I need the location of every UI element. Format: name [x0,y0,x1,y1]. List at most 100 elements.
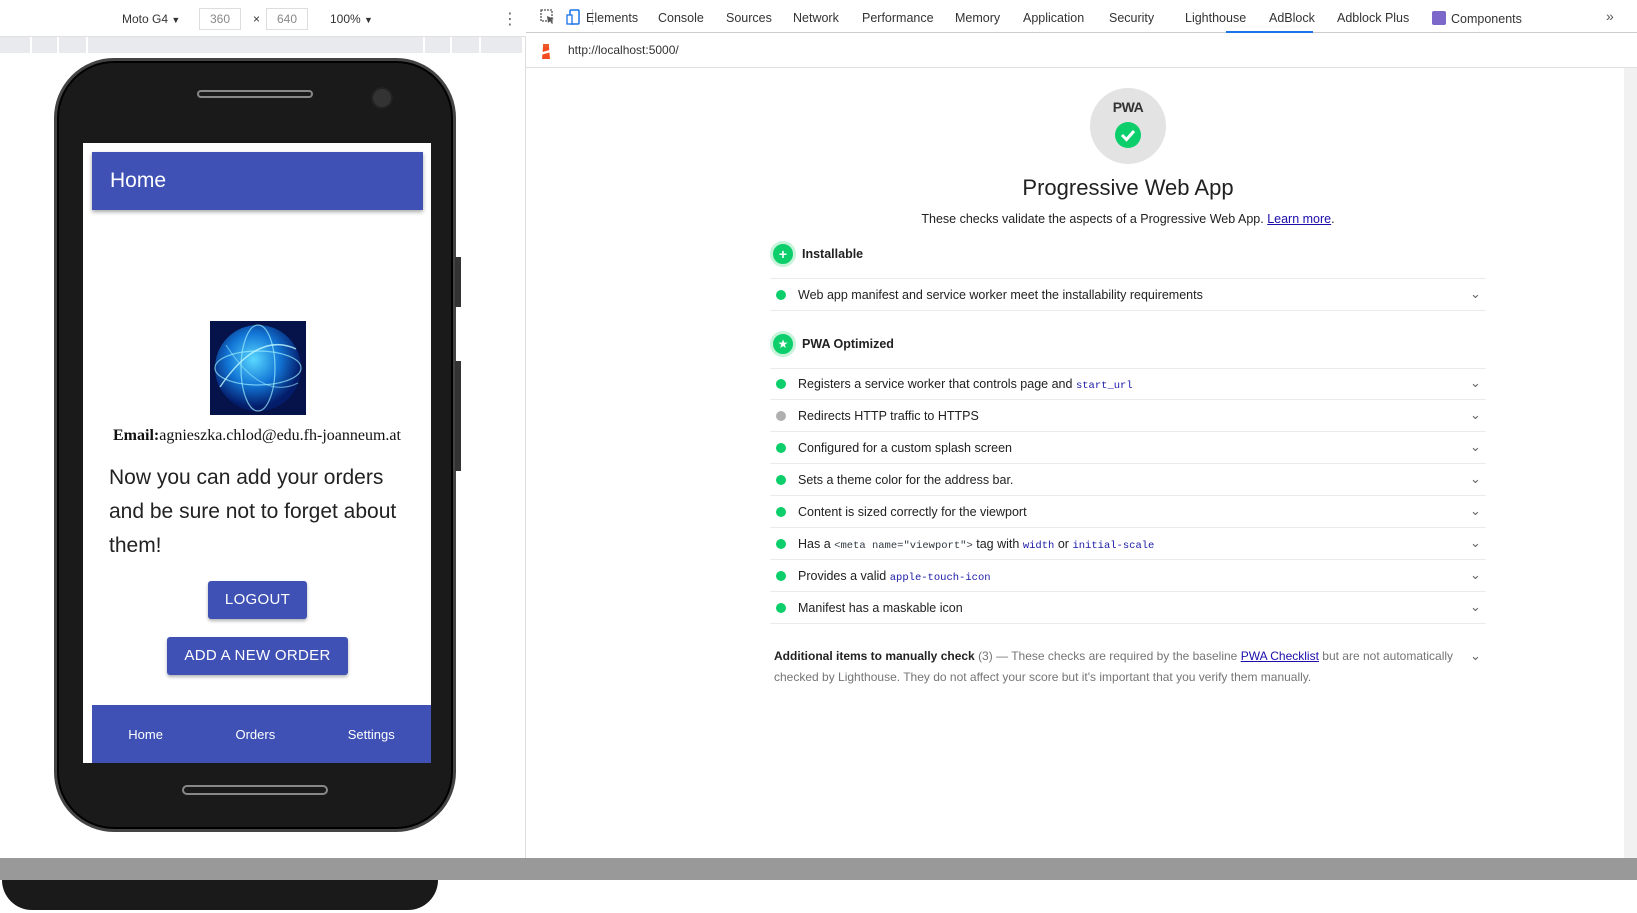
phone-home-bar [182,785,328,795]
tab-network[interactable]: Network [793,11,839,25]
group-optimized-title: PWA Optimized [802,337,894,351]
welcome-text: Now you can add your orders and be sure … [109,466,397,557]
panel-divider[interactable] [0,858,1637,880]
zoom-select-label: 100% [330,12,361,26]
pwa-badge-gauge: PWA [1090,88,1166,164]
pass-indicator [776,290,786,300]
audit-service-worker[interactable]: Registers a service worker that controls… [770,368,1486,400]
device-select[interactable]: Moto G4 ▼ [122,12,180,26]
email-line: Email:agnieszka.chlod@edu.fh-joanneum.at [83,427,431,445]
audit-title: Content is sized correctly for the viewp… [798,505,1027,519]
device-select-label: Moto G4 [122,12,169,26]
nav-item-orders[interactable]: Orders [235,727,275,742]
more-tabs-icon[interactable]: » [1606,8,1614,24]
audit-content-width[interactable]: Content is sized correctly for the viewp… [770,496,1486,528]
audit-title: Configured for a custom splash screen [798,441,1012,455]
pass-indicator [776,507,786,517]
audit-title: Web app manifest and service worker meet… [798,288,1203,302]
learn-more-link[interactable]: Learn more [1267,212,1331,226]
audit-title: Manifest has a maskable icon [798,601,963,615]
tab-elements[interactable]: Elements [586,11,638,25]
manual-checks-section[interactable]: Additional items to manually check (3) —… [774,646,1474,688]
group-installable-title: Installable [802,247,864,261]
audit-title: Sets a theme color for the address bar. [798,473,1014,487]
media-query-ruler[interactable] [0,37,524,53]
logout-button[interactable]: LOGOUT [208,581,307,619]
zoom-select[interactable]: 100% ▼ [330,12,373,26]
pass-indicator [776,539,786,549]
device-toolbar-icon[interactable] [566,9,582,25]
chevron-down-icon[interactable]: ⌄ [1470,535,1481,551]
chevron-down-icon[interactable]: ⌄ [1470,599,1481,615]
tab-performance[interactable]: Performance [862,11,934,25]
times-sign: × [253,12,261,26]
tab-adblock[interactable]: AdBlock [1269,11,1315,25]
tab-sources[interactable]: Sources [726,11,772,25]
phone-side-button [455,257,461,307]
audit-theme-color[interactable]: Sets a theme color for the address bar. … [770,464,1486,496]
chevron-down-icon[interactable]: ⌄ [1470,375,1481,391]
tab-application[interactable]: Application [1023,11,1084,25]
pwa-checklist-link[interactable]: PWA Checklist [1241,649,1319,663]
audit-redirects-https[interactable]: Redirects HTTP traffic to HTTPS ⌄ [770,400,1486,432]
category-description: These checks validate the aspects of a P… [921,212,1335,226]
phone-frame-bottom [2,880,438,910]
audit-maskable-icon[interactable]: Manifest has a maskable icon ⌄ [770,592,1486,624]
not-applicable-indicator [776,411,786,421]
audit-splash-screen[interactable]: Configured for a custom splash screen ⌄ [770,432,1486,464]
chevron-down-icon[interactable]: ⌄ [1470,648,1481,664]
tab-security[interactable]: Security [1109,11,1154,25]
manual-checks-count: (3) [978,649,993,663]
lighthouse-url-bar: http://localhost:5000/ [526,34,1637,68]
audit-title: Redirects HTTP traffic to HTTPS [798,409,979,423]
star-icon: ★ [770,331,796,357]
pass-indicator [776,379,786,389]
category-title: Progressive Web App [1022,175,1234,200]
audit-title: Registers a service worker that controls… [798,377,1133,392]
description-text: These checks validate the aspects of a P… [921,212,1264,226]
pass-indicator [776,571,786,581]
scrollbar[interactable] [1624,68,1637,858]
add-order-button[interactable]: ADD A NEW ORDER [167,637,348,675]
phone-camera [371,87,393,109]
nav-item-settings[interactable]: Settings [348,727,395,742]
chevron-down-icon[interactable]: ⌄ [1470,407,1481,423]
check-icon [1115,122,1141,148]
chevron-down-icon[interactable]: ⌄ [1470,471,1481,487]
plus-icon: + [770,241,796,267]
tab-memory[interactable]: Memory [955,11,1000,25]
audit-apple-touch-icon[interactable]: Provides a valid apple-touch-icon ⌄ [770,560,1486,592]
chevron-down-icon: ▼ [171,15,181,25]
manual-checks-title: Additional items to manually check [774,649,975,663]
phone-screen: Home Email:agnieszka.chlod@edu.fh-joanne… [83,143,431,763]
more-options-icon[interactable]: ⋮ [502,9,518,29]
profile-image [210,321,306,415]
chevron-down-icon[interactable]: ⌄ [1470,286,1481,302]
width-input[interactable]: 360 [199,8,241,30]
pass-indicator [776,443,786,453]
inspect-element-icon[interactable] [540,9,556,25]
tab-components-label: Components [1451,12,1522,26]
react-components-icon [1432,11,1446,25]
device-toolbar: Moto G4 ▼ 360 × 640 100% ▼ ⋮ [0,0,526,37]
tab-console[interactable]: Console [658,11,704,25]
audit-installable-requirements[interactable]: Web app manifest and service worker meet… [770,279,1486,311]
tab-components[interactable]: Components [1432,11,1522,26]
tab-adblock-plus[interactable]: Adblock Plus [1337,11,1409,25]
devtools-panel: Elements Console Sources Network Perform… [526,0,1637,858]
nav-item-home[interactable]: Home [128,727,163,742]
tab-lighthouse[interactable]: Lighthouse [1185,11,1246,25]
audit-viewport-meta[interactable]: Has a <meta name="viewport"> tag with wi… [770,528,1486,560]
chevron-down-icon: ▼ [364,15,373,25]
phone-side-button [455,361,461,471]
active-tab-indicator [1226,31,1313,33]
chevron-down-icon[interactable]: ⌄ [1470,567,1481,583]
em-dash: — [996,649,1009,663]
chevron-down-icon[interactable]: ⌄ [1470,503,1481,519]
email-label: Email: [113,427,160,444]
audited-url: http://localhost:5000/ [568,43,679,57]
height-input[interactable]: 640 [266,8,308,30]
chevron-down-icon[interactable]: ⌄ [1470,439,1481,455]
globe-icon [210,321,306,415]
manual-checks-text: These checks are required by the baselin… [1011,649,1238,663]
